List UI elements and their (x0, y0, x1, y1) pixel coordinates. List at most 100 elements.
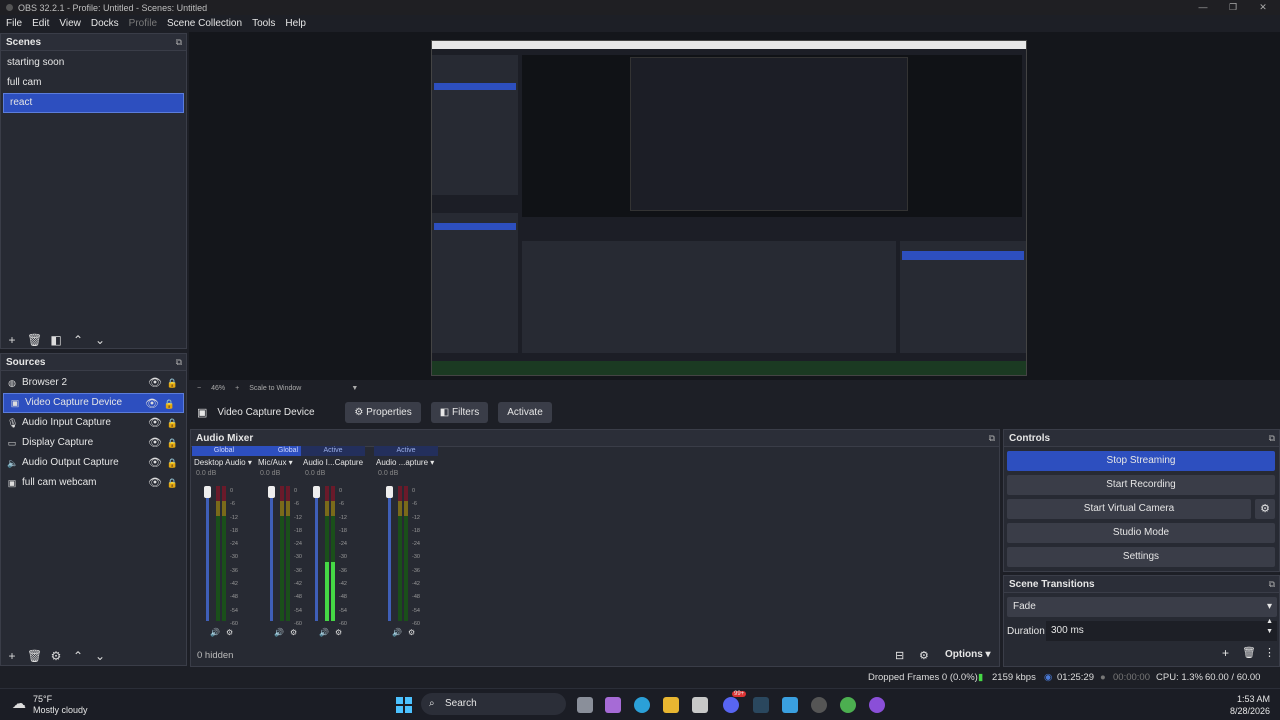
channel-gear-icon[interactable]: ⚙ (226, 628, 233, 637)
source-item-selected[interactable]: ▣ Video Capture Device 👁 🔒 (3, 393, 184, 413)
add-icon[interactable]: + (5, 333, 19, 347)
weather-text[interactable]: Mostly cloudy (33, 705, 88, 715)
add-icon[interactable]: + (5, 649, 19, 663)
undock-icon[interactable]: ⧉ (1269, 576, 1275, 593)
source-item[interactable]: 🎙 Audio Input Capture 👁 🔒 (1, 413, 186, 433)
filter-icon[interactable]: ◧ (49, 333, 63, 347)
edge-icon[interactable] (634, 697, 650, 713)
app-icon[interactable] (869, 697, 885, 713)
zoom-out-icon[interactable]: − (197, 385, 201, 392)
activate-button[interactable]: Activate (498, 401, 552, 423)
menu-help[interactable]: Help (285, 18, 306, 29)
menu-docks[interactable]: Docks (91, 18, 119, 29)
start-recording-button[interactable]: Start Recording (1007, 475, 1275, 495)
lock-icon[interactable]: 🔒 (167, 453, 178, 473)
mixer-advanced-icon[interactable]: ⚙ (919, 649, 929, 662)
scene-item[interactable]: starting soon (1, 53, 186, 73)
eye-icon[interactable]: 👁 (148, 373, 162, 393)
obs-icon[interactable] (811, 697, 827, 713)
virtual-camera-gear-icon[interactable]: ⚙ (1255, 499, 1275, 519)
scene-item[interactable]: full cam (1, 73, 186, 93)
undock-icon[interactable]: ⧉ (176, 354, 182, 371)
chevron-up-icon[interactable]: ⌃ (71, 649, 85, 663)
zoom-in-icon[interactable]: + (235, 385, 239, 392)
volume-slider[interactable] (313, 486, 320, 498)
steam-icon[interactable] (753, 697, 769, 713)
chevron-down-icon[interactable]: ⌄ (93, 333, 107, 347)
source-item[interactable]: ◍ Browser 2 👁 🔒 (1, 373, 186, 393)
channel-gear-icon[interactable]: ⚙ (408, 628, 415, 637)
copilot-icon[interactable] (605, 697, 621, 713)
start-virtual-camera-button[interactable]: Start Virtual Camera (1007, 499, 1251, 519)
more-icon[interactable]: ⋮ (1264, 646, 1275, 659)
trash-icon[interactable]: 🗑 (1242, 646, 1256, 659)
mixer-layout-icon[interactable]: ⊟ (895, 649, 904, 662)
settings-button[interactable]: Settings (1007, 547, 1275, 567)
channel-gear-icon[interactable]: ⚙ (290, 628, 297, 637)
duration-field[interactable]: 300 ms ▲ ▼ (1046, 618, 1277, 641)
clock-time[interactable]: 1:53 AM (1210, 694, 1270, 704)
file-explorer-icon[interactable] (663, 697, 679, 713)
properties-button[interactable]: ⚙ Properties (345, 401, 421, 423)
menu-scene-collection[interactable]: Scene Collection (167, 18, 242, 29)
scene-item-selected[interactable]: react (3, 93, 184, 113)
clock-date[interactable]: 8/28/2026 (1210, 706, 1270, 716)
stop-streaming-button[interactable]: Stop Streaming (1007, 451, 1275, 471)
source-item[interactable]: ▭ Display Capture 👁 🔒 (1, 433, 186, 453)
channel-name[interactable]: Desktop Audio ▾ (192, 456, 256, 470)
start-icon[interactable] (396, 697, 412, 713)
trash-icon[interactable]: 🗑 (27, 649, 42, 663)
channel-name[interactable]: Audio ...apture ▾ (374, 456, 438, 470)
volume-slider[interactable] (268, 486, 275, 498)
menu-profile[interactable]: Profile (129, 18, 157, 29)
lock-icon[interactable]: 🔒 (167, 473, 178, 493)
mixer-options-button[interactable]: Options ▾ (945, 649, 991, 660)
eye-icon[interactable]: 👁 (148, 473, 162, 493)
chrome-icon[interactable] (840, 697, 856, 713)
undock-icon[interactable]: ⧉ (1269, 430, 1275, 447)
gear-icon[interactable]: ⚙ (49, 649, 63, 663)
add-transition-icon[interactable]: + (1222, 646, 1229, 660)
menu-view[interactable]: View (59, 18, 81, 29)
menu-edit[interactable]: Edit (32, 18, 49, 29)
search-box[interactable]: ⌕ Search (421, 693, 566, 715)
channel-name[interactable]: Audio I...Capture ▾ (301, 456, 365, 470)
source-item[interactable]: 🔈 Audio Output Capture 👁 🔒 (1, 453, 186, 473)
photos-icon[interactable] (782, 697, 798, 713)
speaker-icon[interactable]: 🔊 (210, 628, 220, 637)
lock-icon[interactable]: 🔒 (167, 413, 178, 433)
store-icon[interactable] (692, 697, 708, 713)
dropdown-icon[interactable]: ▼ (351, 385, 358, 392)
chevron-up-icon[interactable]: ⌃ (71, 333, 85, 347)
speaker-icon[interactable]: 🔊 (319, 628, 329, 637)
menu-tools[interactable]: Tools (252, 18, 275, 29)
source-item[interactable]: ▣ full cam webcam 👁 🔒 (1, 473, 186, 493)
speaker-icon[interactable]: 🔊 (274, 628, 284, 637)
eye-icon[interactable]: 👁 (148, 413, 162, 433)
chevron-down-icon[interactable]: ⌄ (93, 649, 107, 663)
speaker-icon[interactable]: 🔊 (392, 628, 402, 637)
studio-mode-button[interactable]: Studio Mode (1007, 523, 1275, 543)
undock-icon[interactable]: ⧉ (989, 430, 995, 447)
temperature[interactable]: 75°F (33, 694, 52, 704)
volume-slider[interactable] (386, 486, 393, 498)
channel-gear-icon[interactable]: ⚙ (335, 628, 342, 637)
lock-icon[interactable]: 🔒 (164, 394, 175, 414)
trash-icon[interactable]: 🗑 (27, 333, 42, 347)
minimize-button[interactable]: — (1188, 0, 1218, 15)
filters-button[interactable]: ◧ Filters (430, 401, 489, 423)
close-button[interactable]: ✕ (1248, 0, 1278, 15)
undock-icon[interactable]: ⧉ (176, 34, 182, 51)
maximize-button[interactable]: ❐ (1218, 0, 1248, 15)
eye-icon[interactable]: 👁 (148, 453, 162, 473)
discord-icon[interactable] (723, 697, 739, 713)
task-view-icon[interactable] (577, 697, 593, 713)
weather-icon[interactable]: ☁ (12, 695, 26, 712)
eye-icon[interactable]: 👁 (145, 394, 159, 414)
stepper-icon[interactable]: ▲ ▼ (1266, 617, 1273, 637)
scale-mode[interactable]: Scale to Window (249, 385, 301, 392)
eye-icon[interactable]: 👁 (148, 433, 162, 453)
preview-canvas[interactable] (189, 32, 1280, 380)
lock-icon[interactable]: 🔒 (167, 433, 178, 453)
lock-icon[interactable]: 🔒 (167, 373, 178, 393)
